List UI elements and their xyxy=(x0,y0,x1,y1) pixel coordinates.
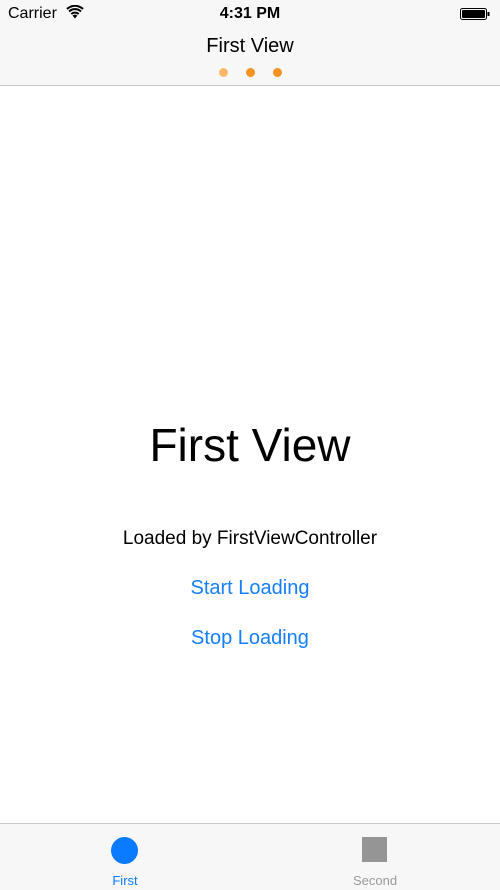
page-title: First View xyxy=(149,419,351,471)
tab-second[interactable]: Second xyxy=(250,824,500,890)
battery-icon xyxy=(460,7,490,20)
nav-title: First View xyxy=(206,35,294,57)
subtitle-label: Loaded by FirstViewController xyxy=(122,528,378,549)
stop-loading-button[interactable]: Stop Loading xyxy=(150,623,350,653)
tab-second-label: Second xyxy=(352,873,398,888)
page-dot xyxy=(219,68,228,77)
page-dot xyxy=(273,68,282,77)
status-time: 4:31 PM xyxy=(219,5,281,22)
navigation-bar: Carrier 4:31 PM First View xyxy=(0,0,500,86)
start-loading-button[interactable]: Start Loading xyxy=(150,573,350,603)
status-bar: Carrier 4:31 PM xyxy=(0,0,500,28)
square-icon xyxy=(362,837,387,862)
tab-first[interactable]: First xyxy=(0,824,250,890)
tab-first-label: First xyxy=(112,873,138,888)
page-indicator xyxy=(219,68,282,78)
circle-icon xyxy=(111,837,138,864)
tab-bar: First Second xyxy=(0,823,500,890)
page-dot xyxy=(246,68,255,77)
